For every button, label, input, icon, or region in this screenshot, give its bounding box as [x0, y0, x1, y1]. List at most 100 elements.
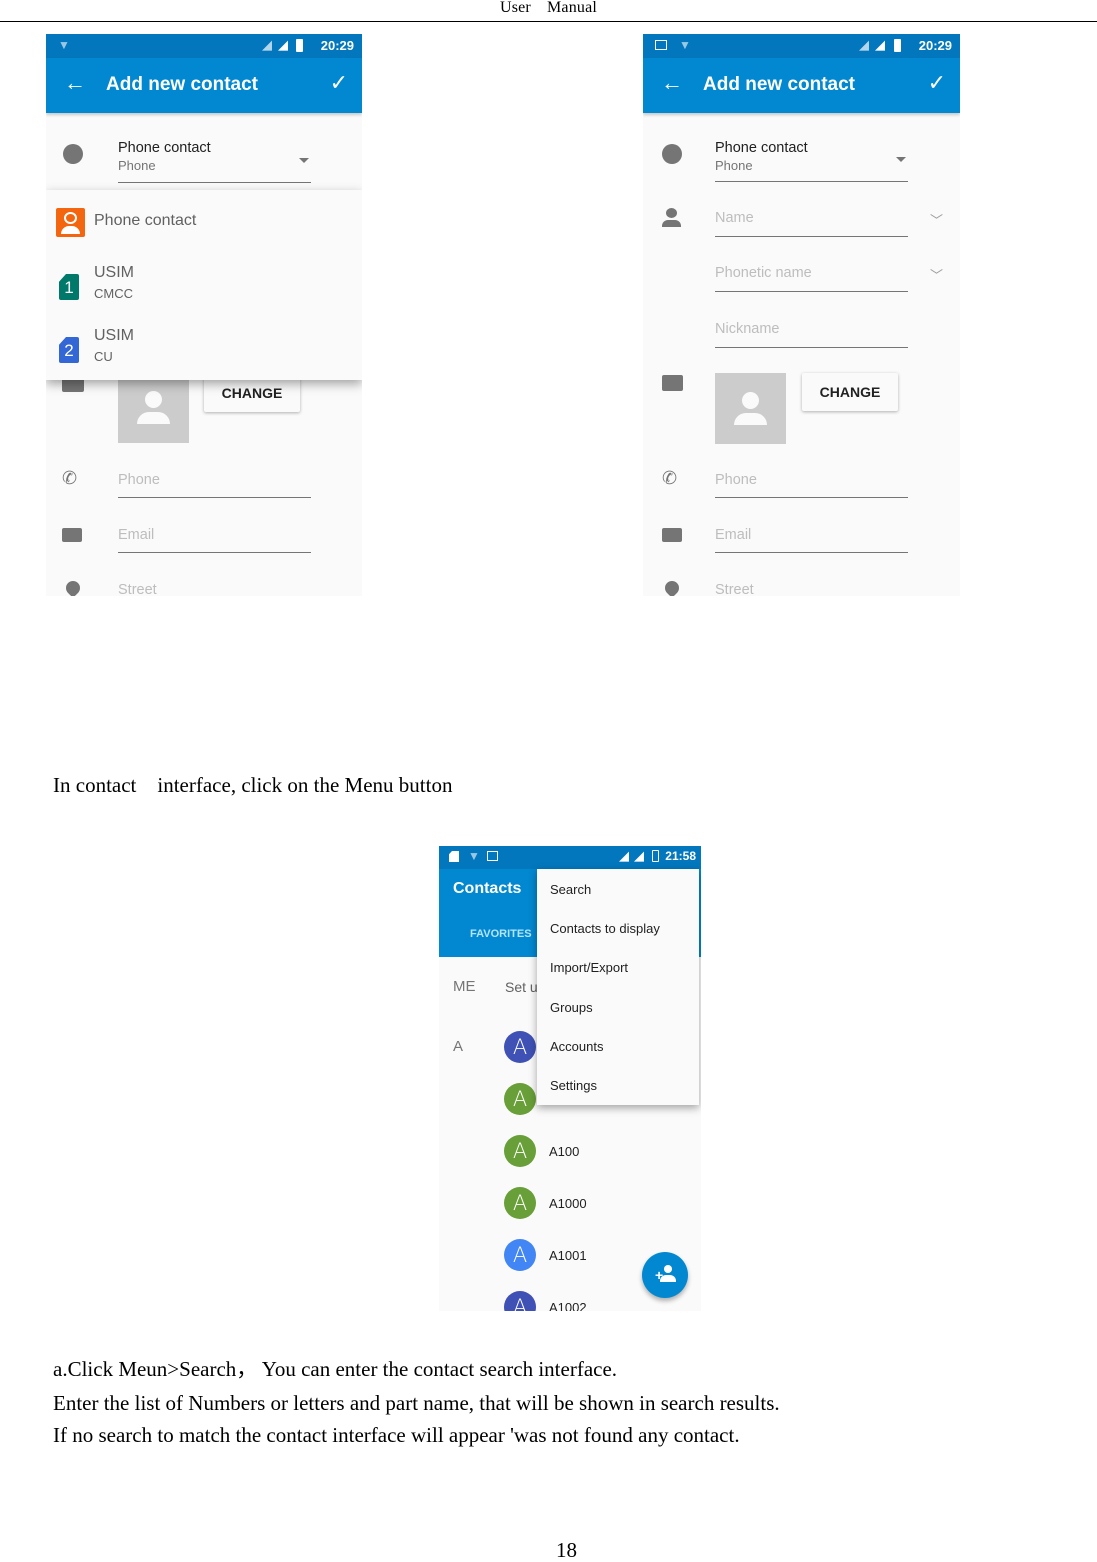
- contact-avatar[interactable]: A: [504, 1239, 536, 1271]
- app-bar-title: Add new contact: [106, 74, 259, 95]
- menu-item-accounts[interactable]: Accounts: [550, 1039, 603, 1054]
- status-bar: ▼ ◢ ◢ 20:29: [643, 34, 960, 58]
- overflow-menu: Search Contacts to display Import/Export Gr…: [537, 869, 699, 1105]
- account-type: Phone: [118, 158, 156, 173]
- status-time: 20:29: [918, 38, 952, 53]
- street-field[interactable]: Street: [715, 581, 908, 596]
- person-silhouette-icon: [145, 391, 162, 408]
- contact-avatar[interactable]: A: [504, 1083, 536, 1115]
- tab-favorites[interactable]: FAVORITES: [470, 928, 532, 940]
- status-time: 21:58: [665, 849, 696, 863]
- menu-item-settings[interactable]: Settings: [550, 1078, 597, 1093]
- contact-name[interactable]: A100: [549, 1144, 579, 1159]
- contact-avatar[interactable]: A: [504, 1135, 536, 1167]
- change-photo-button[interactable]: CHANGE: [802, 373, 898, 411]
- expand-phonetic-chevron-icon[interactable]: ﹀: [930, 265, 943, 284]
- popup-item-label: Phone contact: [94, 212, 197, 229]
- menu-item-import-export[interactable]: Import/Export: [550, 960, 628, 975]
- phone-field[interactable]: Phone: [715, 471, 908, 498]
- image-notification-icon: [487, 851, 498, 861]
- app-bar: ← Add new contact ✓: [46, 58, 362, 113]
- status-bar: ▼ ◢ ◢ 20:29: [46, 34, 362, 58]
- status-bar: ▼ ◢ ◢ 21:58: [439, 846, 701, 869]
- email-field[interactable]: Email: [118, 526, 311, 553]
- instruction-text: In contact interface, click on the Menu …: [53, 773, 453, 797]
- screenshot-contacts-menu: ▼ ◢ ◢ 21:58 Contacts FAVORITES ME Set u …: [439, 846, 701, 1311]
- add-contact-fab[interactable]: +: [642, 1252, 688, 1298]
- phone-icon: ✆: [662, 468, 678, 488]
- battery-charging-icon: [652, 850, 659, 862]
- app-bar-title: Contacts: [453, 880, 522, 897]
- nickname-field[interactable]: Nickname: [715, 320, 908, 348]
- image-notification-icon: [655, 40, 667, 50]
- popup-item-usim-cu[interactable]: 2 USIM CU: [56, 327, 346, 373]
- sd-card-icon: [449, 851, 459, 862]
- camera-icon: [662, 375, 683, 391]
- me-profile-text[interactable]: Set u: [505, 979, 538, 995]
- menu-item-groups[interactable]: Groups: [550, 1000, 593, 1015]
- person-silhouette-body: [137, 412, 170, 424]
- popup-item-label: USIM: [94, 327, 134, 344]
- person-silhouette-body: [734, 413, 767, 425]
- page-header: User Manual: [0, 0, 1097, 22]
- account-type: Phone: [715, 158, 753, 173]
- paragraph-line-2: Enter the list of Numbers or letters and…: [53, 1391, 780, 1415]
- save-check-icon[interactable]: ✓: [330, 70, 348, 96]
- contact-avatar[interactable]: A: [504, 1031, 536, 1063]
- person-icon-body: [662, 220, 681, 227]
- wifi-icon: ▼: [58, 38, 70, 52]
- phone-icon: ✆: [62, 468, 78, 488]
- name-field[interactable]: Name: [715, 209, 908, 237]
- contact-name[interactable]: A1002: [549, 1300, 587, 1311]
- signal-icon: ◢: [619, 848, 629, 863]
- back-arrow-icon[interactable]: ←: [64, 70, 86, 96]
- app-bar: ← Add new contact ✓: [643, 58, 960, 113]
- account-dropdown[interactable]: Phone contact Phone: [118, 140, 311, 183]
- email-field[interactable]: Email: [715, 526, 908, 553]
- phone-field[interactable]: Phone: [118, 471, 311, 498]
- add-person-icon-body: [660, 1275, 676, 1282]
- dropdown-caret-icon: [299, 158, 309, 163]
- popup-item-phone-contact[interactable]: Phone contact: [56, 208, 346, 248]
- contact-name[interactable]: A1001: [549, 1248, 587, 1263]
- back-arrow-icon[interactable]: ←: [661, 70, 683, 96]
- expand-name-chevron-icon[interactable]: ﹀: [930, 210, 943, 229]
- battery-icon: [296, 39, 303, 52]
- battery-icon: [894, 39, 901, 52]
- popup-item-sub: CMCC: [94, 286, 133, 301]
- location-pin-icon: [662, 578, 682, 596]
- account-dropdown[interactable]: Phone contact Phone: [715, 140, 908, 182]
- save-check-icon[interactable]: ✓: [928, 70, 946, 96]
- street-field[interactable]: Street: [118, 581, 311, 596]
- location-pin-icon: [63, 578, 83, 596]
- phone-contact-icon: [56, 208, 85, 237]
- paragraph-line-3: If no search to match the contact interf…: [53, 1423, 740, 1447]
- app-bar-title: Add new contact: [703, 74, 856, 95]
- status-time: 20:29: [320, 38, 354, 53]
- signal-icon: ◢: [262, 37, 272, 52]
- signal-icon: ◢: [278, 37, 288, 52]
- popup-item-label: USIM: [94, 264, 134, 281]
- contact-name[interactable]: A1000: [549, 1196, 587, 1211]
- contact-photo-placeholder: [118, 372, 189, 443]
- phonetic-name-field[interactable]: Phonetic name: [715, 264, 908, 292]
- email-icon: [62, 528, 82, 542]
- section-letter: A: [453, 1038, 464, 1055]
- account-name: Phone contact: [118, 140, 211, 156]
- signal-icon: ◢: [875, 37, 885, 52]
- account-selection-popup: Phone contact 1 USIM CMCC 2 USIM CU: [46, 190, 362, 380]
- account-name: Phone contact: [715, 140, 808, 156]
- wifi-icon: ▼: [468, 849, 480, 863]
- contact-avatar[interactable]: A: [504, 1291, 536, 1311]
- menu-item-contacts-to-display[interactable]: Contacts to display: [550, 921, 660, 936]
- person-silhouette-icon: [742, 392, 759, 409]
- signal-icon: ◢: [634, 848, 644, 863]
- me-label: ME: [453, 978, 476, 995]
- wifi-icon: ▼: [679, 38, 691, 52]
- paragraph-line-1: a.Click Meun>Search， You can enter the c…: [53, 1357, 618, 1381]
- account-icon: [63, 144, 83, 164]
- popup-item-usim-cmcc[interactable]: 1 USIM CMCC: [56, 264, 346, 310]
- contact-avatar[interactable]: A: [504, 1187, 536, 1219]
- menu-item-search[interactable]: Search: [550, 882, 591, 897]
- screenshot-add-contact-account-popup: ▼ ◢ ◢ 20:29 ← Add new contact ✓ Phone co…: [46, 34, 362, 596]
